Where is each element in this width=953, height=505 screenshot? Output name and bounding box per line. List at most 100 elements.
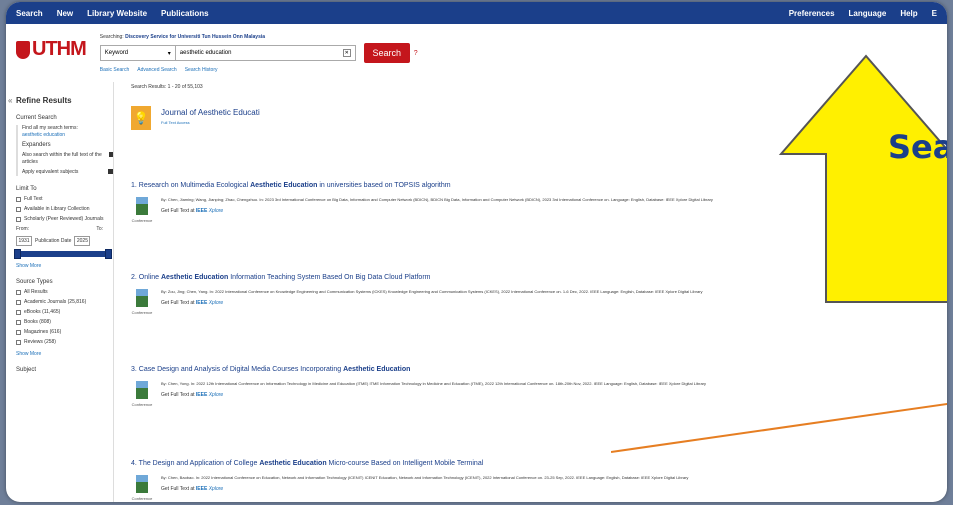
find-all-label: Find all my search terms: [22, 125, 78, 131]
orange-line [611, 402, 947, 453]
checkbox-icon[interactable] [16, 340, 21, 345]
help-icon[interactable]: ? [414, 50, 418, 57]
slider-handle-start[interactable] [14, 249, 21, 259]
clear-icon[interactable]: ✕ [342, 49, 351, 57]
nav-exit[interactable]: E [932, 9, 937, 18]
slider-handle-end[interactable] [105, 249, 112, 259]
nav-preferences[interactable]: Preferences [789, 9, 835, 18]
source-magazines[interactable]: Magazines (616) [24, 329, 61, 335]
result-title[interactable]: 3. Case Design and Analysis of Digital M… [131, 366, 941, 373]
full-text-access[interactable]: Full Text Access [161, 120, 260, 125]
advanced-search-link[interactable]: Advanced Search [137, 67, 176, 73]
result-number: 1. [131, 182, 137, 189]
ieee-bold: IEEE [195, 486, 208, 492]
ieee-italic: Xplore [208, 300, 224, 306]
conference-icon [136, 197, 148, 215]
expanders-label: Expanders [22, 142, 51, 148]
current-search-box: Find all my search terms: aesthetic educ… [16, 125, 113, 176]
source-all[interactable]: All Results [24, 289, 48, 295]
result-meta: By: Chen, Yong. In: 2022 12th Internatio… [161, 381, 706, 386]
to-year-input[interactable]: 2025 [74, 236, 91, 246]
ieee-bold: IEEE [195, 300, 208, 306]
subject-label: Subject [16, 367, 37, 373]
result-title-bold: Aesthetic Education [160, 274, 229, 281]
to-label: To: [96, 226, 103, 232]
ieee-italic: Xplore [208, 208, 224, 214]
publication-title[interactable]: Journal of Aesthetic Educati [161, 108, 260, 117]
uthm-logo[interactable]: UTHM [16, 38, 87, 61]
current-search-label: Current Search [16, 115, 57, 121]
top-navigation: Search New Library Website Publications … [6, 2, 947, 24]
result-title-pre: The Design and Application of College [138, 460, 260, 467]
searching-target: Discovery Service for Universiti Tun Hus… [125, 34, 266, 40]
logo-text: UTHM [32, 38, 87, 60]
conference-icon [136, 475, 148, 493]
search-button[interactable]: Search [363, 43, 410, 63]
search-input[interactable]: aesthetic education ✕ [175, 45, 356, 61]
checkbox-icon[interactable] [16, 310, 21, 315]
ieee-italic: Xplore [208, 392, 224, 398]
nav-library-website[interactable]: Library Website [87, 9, 147, 18]
search-query: aesthetic education [179, 50, 232, 56]
limit-fulltext[interactable]: Full Text [16, 196, 113, 202]
basic-search-link[interactable]: Basic Search [100, 67, 129, 73]
ieee-pre: Get Full Text at [161, 392, 196, 398]
result-title-pre: Online [138, 274, 161, 281]
result-number: 4. [131, 460, 137, 467]
nav-new[interactable]: New [57, 9, 73, 18]
refine-title: Refine Results [16, 96, 72, 105]
browser-frame: Search New Library Website Publications … [6, 2, 947, 502]
pubdate-label: Publication Date [35, 238, 72, 244]
remove-icon[interactable] [108, 152, 113, 157]
limit-scholarly[interactable]: Scholarly (Peer Reviewed) Journals [16, 216, 113, 222]
checkbox-icon[interactable] [16, 330, 21, 335]
source-reviews[interactable]: Reviews (258) [24, 339, 56, 345]
collapse-icon[interactable]: « [8, 96, 12, 105]
remove-icon[interactable] [108, 169, 113, 174]
checkbox-icon[interactable] [16, 300, 21, 305]
searching-label: Searching: Discovery Service for Univers… [100, 34, 418, 40]
nav-help[interactable]: Help [900, 9, 917, 18]
shield-icon [16, 40, 30, 59]
source-ebooks[interactable]: eBooks (11,465) [24, 309, 60, 315]
result-title-pre: Case Design and Analysis of Digital Medi… [138, 366, 344, 373]
result-number: 3. [131, 366, 137, 373]
nav-language[interactable]: Language [849, 9, 887, 18]
chevron-down-icon: ▾ [167, 50, 171, 57]
show-more-sources[interactable]: Show More [16, 351, 113, 357]
checkbox-icon[interactable] [16, 290, 21, 295]
show-more-limits[interactable]: Show More [16, 263, 113, 269]
keyword-link[interactable]: aesthetic education [22, 132, 113, 139]
result-title-bold: Aesthetic Education [250, 182, 318, 189]
arrow-graphic [778, 54, 947, 303]
result-meta: By: Chen, Baobao. In: 2022 International… [161, 475, 689, 480]
lightbulb-icon: 💡 [131, 106, 151, 130]
searching-prefix: Searching: [99, 34, 124, 40]
ieee-full-text-link[interactable]: Get Full Text at IEEE Xplore [161, 486, 941, 492]
overlay-text: Sea [888, 128, 947, 166]
ieee-bold: IEEE [195, 392, 208, 398]
source-journals[interactable]: Academic Journals (25,816) [24, 299, 86, 305]
nav-search[interactable]: Search [16, 9, 43, 18]
checkbox-icon[interactable] [16, 217, 21, 222]
ieee-bold: IEEE [195, 208, 208, 214]
result-type: Conference [131, 402, 153, 407]
checkbox-icon[interactable] [16, 207, 21, 212]
search-field-select[interactable]: Keyword ▾ [99, 45, 176, 61]
ieee-pre: Get Full Text at [161, 486, 196, 492]
ieee-pre: Get Full Text at [161, 208, 196, 214]
limit-fulltext-label: Full Text [24, 196, 43, 202]
checkbox-icon[interactable] [16, 197, 21, 202]
conference-icon [136, 289, 148, 307]
nav-publications[interactable]: Publications [161, 9, 209, 18]
date-slider[interactable] [14, 249, 112, 259]
from-year-input[interactable]: 1931 [16, 236, 32, 246]
source-books[interactable]: Books (808) [24, 319, 51, 325]
search-history-link[interactable]: Search History [185, 67, 218, 73]
checkbox-icon[interactable] [16, 320, 21, 325]
result-title[interactable]: 4. The Design and Application of College… [131, 460, 941, 467]
ieee-pre: Get Full Text at [161, 300, 196, 306]
limit-library[interactable]: Available in Library Collection [16, 206, 113, 212]
result-type: Conference [131, 310, 153, 315]
conference-icon [136, 381, 148, 399]
